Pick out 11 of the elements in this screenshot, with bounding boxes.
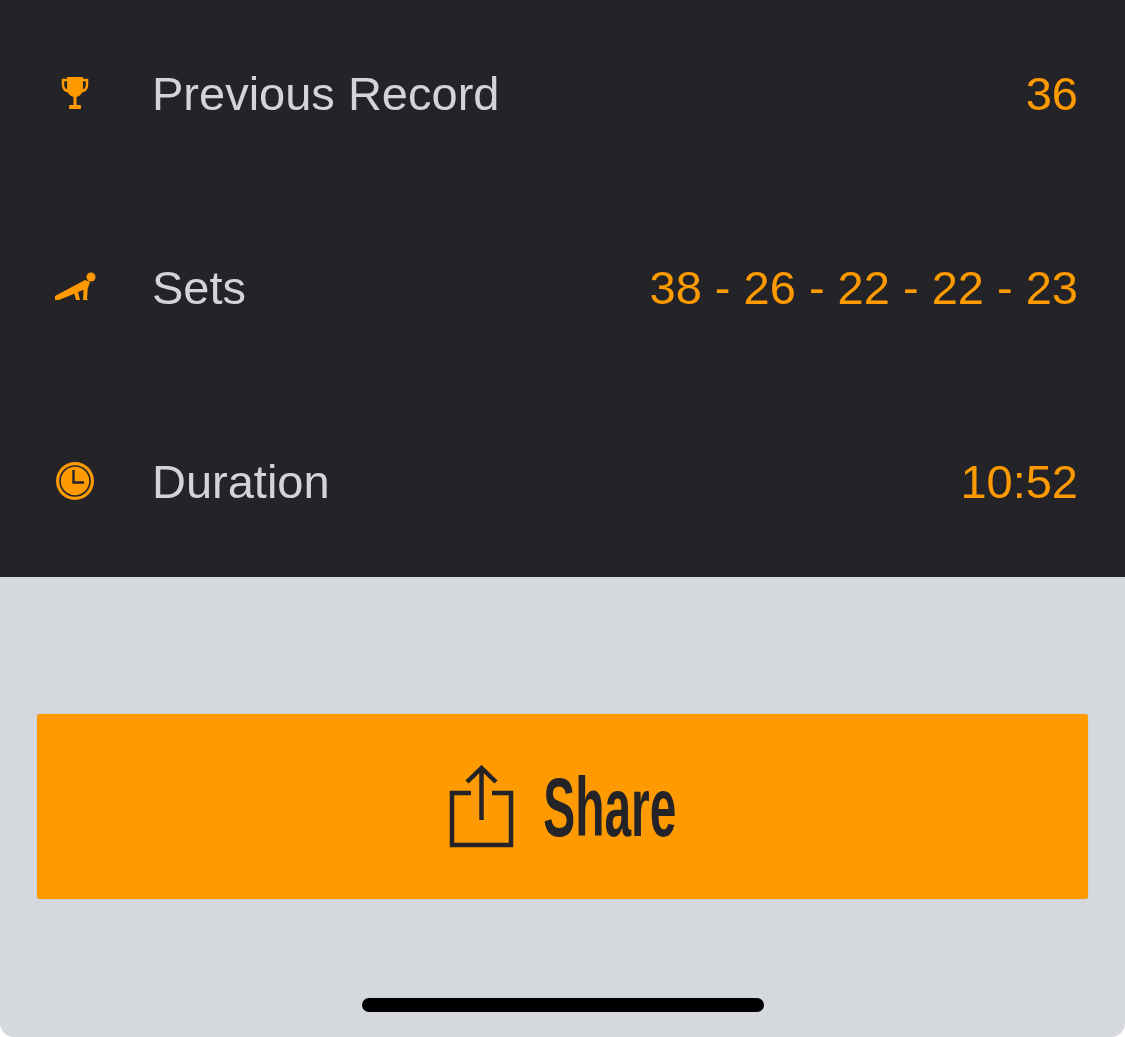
stat-value: 38 - 26 - 22 - 22 - 23 xyxy=(649,259,1078,315)
stat-label: Previous Record xyxy=(152,65,500,121)
stat-value: 36 xyxy=(1025,65,1078,121)
stat-label: Sets xyxy=(152,259,247,315)
share-button[interactable]: Share xyxy=(37,714,1088,899)
stat-label: Duration xyxy=(152,453,330,509)
clock-icon xyxy=(56,462,94,500)
trophy-icon xyxy=(61,76,89,110)
share-icon xyxy=(448,765,514,848)
push-up-icon xyxy=(53,272,97,302)
stat-value: 10:52 xyxy=(960,453,1078,509)
